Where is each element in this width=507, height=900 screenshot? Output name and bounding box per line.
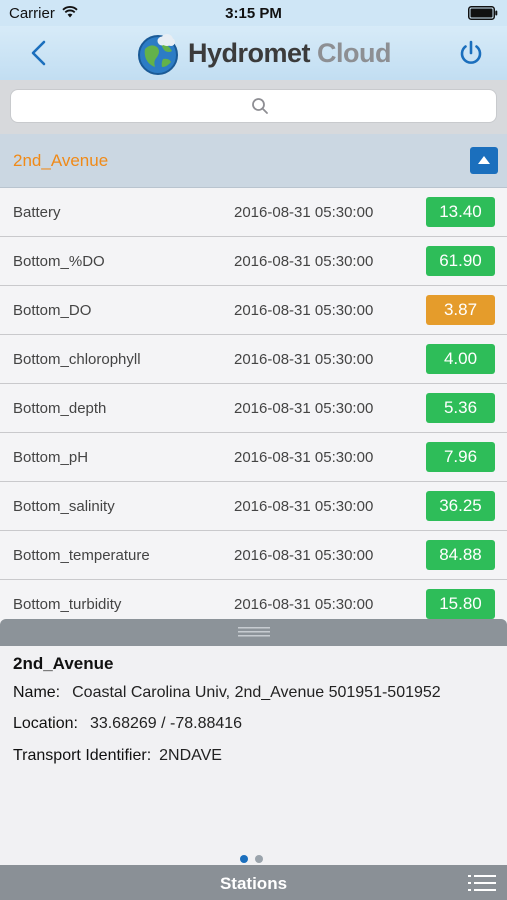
- sensor-list: Battery 2016-08-31 05:30:00 13.40 Bottom_%D…: [0, 188, 507, 629]
- bottom-bar: Stations: [0, 865, 507, 900]
- sensor-name: Bottom_pH: [13, 449, 89, 466]
- location-value: 33.68269 / -78.88416: [89, 715, 243, 732]
- sensor-name: Bottom_salinity: [13, 498, 115, 515]
- sensor-timestamp: 2016-08-31 05:30:00: [234, 302, 374, 319]
- grip-icon: [238, 627, 270, 637]
- power-icon[interactable]: [456, 38, 486, 68]
- sensor-name: Battery: [13, 204, 61, 221]
- sensor-timestamp: 2016-08-31 05:30:00: [234, 449, 374, 466]
- collapse-button[interactable]: [470, 147, 498, 174]
- search-icon: [252, 98, 268, 114]
- sensor-row[interactable]: Bottom_pH 2016-08-31 05:30:00 7.96: [0, 433, 507, 482]
- sensor-timestamp: 2016-08-31 05:30:00: [234, 204, 374, 221]
- sensor-timestamp: 2016-08-31 05:30:00: [234, 253, 374, 270]
- sensor-row[interactable]: Bottom_depth 2016-08-31 05:30:00 5.36: [0, 384, 507, 433]
- sensor-value-badge: 5.36: [426, 393, 495, 423]
- station-title: 2nd_Avenue: [13, 151, 109, 170]
- panel-station-title: 2nd_Avenue: [13, 654, 114, 673]
- transport-label: Transport Identifier:: [13, 747, 152, 764]
- sensor-row[interactable]: Bottom_%DO 2016-08-31 05:30:00 61.90: [0, 237, 507, 286]
- page-dot[interactable]: [240, 855, 248, 863]
- stations-label[interactable]: Stations: [0, 874, 507, 894]
- search-area: [0, 80, 507, 134]
- page-indicator[interactable]: [240, 850, 270, 865]
- list-icon[interactable]: [468, 874, 496, 892]
- transport-row: Transport Identifier: 2NDAVE: [13, 747, 222, 765]
- sensor-value-badge: 3.87: [426, 295, 495, 325]
- sensor-timestamp: 2016-08-31 05:30:00: [234, 547, 374, 564]
- sensor-timestamp: 2016-08-31 05:30:00: [234, 400, 374, 417]
- battery-icon: [468, 6, 498, 20]
- app-logo-text: Hydromet Cloud: [188, 38, 392, 69]
- transport-value: 2NDAVE: [159, 747, 222, 764]
- page-dot[interactable]: [255, 855, 263, 863]
- caret-up-icon: [478, 156, 490, 164]
- search-input[interactable]: [10, 89, 497, 123]
- sensor-name: Bottom_%DO: [13, 253, 105, 270]
- name-label: Name:: [13, 684, 61, 701]
- station-header[interactable]: 2nd_Avenue: [0, 134, 507, 188]
- status-time: 3:15 PM: [225, 5, 282, 22]
- sensor-value-badge: 61.90: [426, 246, 495, 276]
- sensor-name: Bottom_temperature: [13, 547, 150, 564]
- sensor-value-badge: 15.80: [426, 589, 495, 619]
- sensor-value-badge: 36.25: [426, 491, 495, 521]
- logo-main-text: Hydromet: [188, 38, 311, 68]
- sensor-name: Bottom_depth: [13, 400, 107, 417]
- sensor-name: Bottom_DO: [13, 302, 92, 319]
- sensor-timestamp: 2016-08-31 05:30:00: [234, 351, 374, 368]
- sensor-row[interactable]: Bottom_DO 2016-08-31 05:30:00 3.87: [0, 286, 507, 335]
- sensor-row[interactable]: Bottom_salinity 2016-08-31 05:30:00 36.25: [0, 482, 507, 531]
- sensor-timestamp: 2016-08-31 05:30:00: [234, 498, 374, 515]
- sensor-timestamp: 2016-08-31 05:30:00: [234, 596, 374, 613]
- nav-bar: Hydromet Cloud: [0, 26, 507, 80]
- location-label: Location:: [13, 715, 78, 732]
- sensor-row[interactable]: Bottom_temperature 2016-08-31 05:30:00 84.…: [0, 531, 507, 580]
- sensor-name: Bottom_chlorophyll: [13, 351, 141, 368]
- sensor-name: Bottom_turbidity: [13, 596, 122, 613]
- sensor-value-badge: 7.96: [426, 442, 495, 472]
- sensor-row[interactable]: Bottom_chlorophyll 2016-08-31 05:30:00 4.0…: [0, 335, 507, 384]
- sensor-value-badge: 13.40: [426, 197, 495, 227]
- sensor-value-badge: 84.88: [426, 540, 495, 570]
- location-row: Location: 33.68269 / -78.88416: [13, 715, 242, 733]
- station-name-row: Name: Coastal Carolina Univ, 2nd_Avenue 5…: [13, 684, 441, 702]
- status-bar: Carrier 3:15 PM: [0, 0, 507, 26]
- back-arrow-icon[interactable]: [26, 38, 54, 68]
- name-value: Coastal Carolina Univ, 2nd_Avenue 501951…: [72, 684, 441, 701]
- logo-sub-text: Cloud: [317, 38, 392, 68]
- panel-drag-handle[interactable]: [0, 619, 507, 646]
- sensor-row[interactable]: Battery 2016-08-31 05:30:00 13.40: [0, 188, 507, 237]
- station-detail-panel: 2nd_Avenue Name: Coastal Carolina Univ, 2…: [0, 619, 507, 865]
- globe-logo-icon: [138, 34, 178, 75]
- sensor-value-badge: 4.00: [426, 344, 495, 374]
